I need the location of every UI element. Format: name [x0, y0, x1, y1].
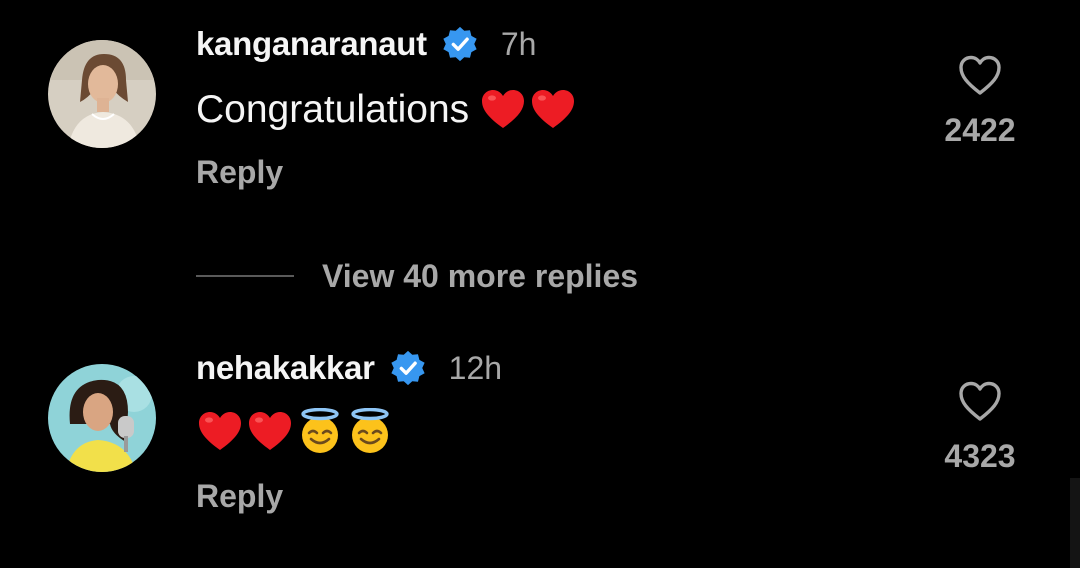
view-more-replies-label[interactable]: View 40 more replies: [322, 258, 638, 295]
like-group: 2422: [930, 52, 1030, 149]
verified-badge-icon: [391, 350, 425, 386]
smiling-face-with-halo-icon: [301, 408, 339, 453]
comment-body: Congratulations: [196, 88, 470, 131]
reply-button[interactable]: Reply: [196, 478, 283, 515]
like-heart-icon[interactable]: [956, 378, 1004, 426]
comment-header: kanganaranaut 7h: [196, 22, 536, 66]
comment-item: kanganaranaut 7h Congratulations Reply 2…: [0, 0, 1080, 230]
like-heart-icon[interactable]: [956, 52, 1004, 100]
like-group: 4323: [930, 378, 1030, 475]
red-heart-icon: [482, 90, 525, 128]
username[interactable]: kanganaranaut: [196, 25, 427, 63]
replies-divider: [196, 275, 294, 277]
timestamp: 12h: [448, 349, 503, 386]
reply-button[interactable]: Reply: [196, 154, 283, 191]
comment-text: [196, 406, 396, 458]
comment-item: nehakakkar 12h Reply 4323: [0, 330, 1080, 568]
comment-header: nehakakkar 12h: [196, 346, 502, 390]
avatar-image: [48, 40, 156, 148]
avatar-image: [48, 364, 156, 472]
avatar[interactable]: [48, 364, 156, 472]
emoji-row: [196, 408, 396, 456]
timestamp: 7h: [500, 25, 537, 62]
username[interactable]: nehakakkar: [196, 349, 375, 387]
verified-badge-icon: [443, 26, 477, 62]
view-more-replies[interactable]: View 40 more replies: [196, 254, 638, 298]
red-heart-icon: [532, 90, 575, 128]
red-heart-icon: [249, 412, 291, 450]
avatar[interactable]: [48, 40, 156, 148]
scroll-edge: [1070, 478, 1080, 568]
comment-text: Congratulations: [196, 84, 579, 136]
emoji-row: [479, 86, 579, 134]
like-count: 2422: [944, 112, 1016, 148]
like-count: 4323: [944, 438, 1016, 474]
smiling-face-with-halo-icon: [351, 408, 389, 453]
red-heart-icon: [199, 412, 241, 450]
